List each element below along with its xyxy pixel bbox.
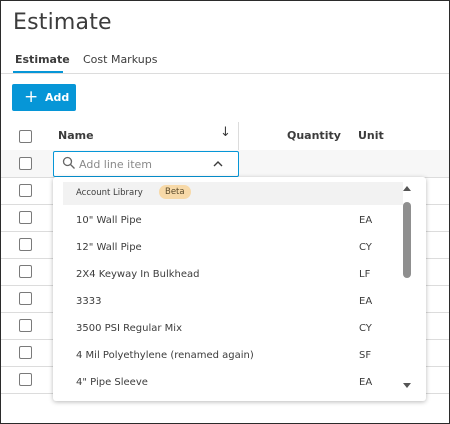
option-name: 10" Wall Pipe <box>76 215 142 226</box>
column-header-quantity[interactable]: Quantity <box>287 129 341 142</box>
option-name: 12" Wall Pipe <box>76 242 142 253</box>
option-unit: EA <box>359 215 373 226</box>
row-checkbox[interactable] <box>19 265 32 278</box>
line-item-search[interactable] <box>53 151 239 177</box>
scrollbar-thumb[interactable] <box>403 202 411 278</box>
option-unit: CY <box>359 323 372 334</box>
row-checkbox[interactable] <box>19 346 32 359</box>
plus-icon: + <box>24 87 39 107</box>
dropdown-option[interactable]: 4 Mil Polyethylene (renamed again) SF <box>53 342 398 369</box>
column-header-unit[interactable]: Unit <box>358 129 384 142</box>
dropdown-option[interactable]: 4" Pipe Sleeve EA <box>53 369 398 396</box>
arrow-down-icon[interactable]: ↓ <box>220 125 231 140</box>
account-library-group: Account Library Beta <box>63 182 403 205</box>
option-name: 4 Mil Polyethylene (renamed again) <box>76 350 254 361</box>
select-all-checkbox[interactable] <box>19 130 32 143</box>
beta-badge: Beta <box>159 185 191 199</box>
row-checkbox[interactable] <box>19 373 32 386</box>
option-unit: SF <box>359 350 372 361</box>
option-unit: EA <box>359 377 373 388</box>
add-button-label: Add <box>45 91 70 104</box>
tab-estimate[interactable]: Estimate <box>15 53 70 66</box>
chevron-up-icon[interactable] <box>212 158 224 170</box>
option-name: 2X4 Keyway In Bulkhead <box>76 269 200 280</box>
row-checkbox[interactable] <box>19 319 32 332</box>
dropdown-option[interactable]: 3500 PSI Regular Mix CY <box>53 315 398 342</box>
search-input[interactable] <box>79 155 204 173</box>
tab-cost-markups[interactable]: Cost Markups <box>83 53 157 66</box>
dropdown-option[interactable]: 12" Wall Pipe CY <box>53 234 398 261</box>
add-button[interactable]: + Add <box>12 84 76 111</box>
search-icon <box>62 156 75 169</box>
dropdown-option[interactable]: 10" Wall Pipe EA <box>53 207 398 234</box>
option-name: 3500 PSI Regular Mix <box>76 323 182 334</box>
option-name: 3333 <box>76 296 102 307</box>
row-checkbox[interactable] <box>19 238 32 251</box>
dropdown-option[interactable]: 3333 EA <box>53 288 398 315</box>
row-checkbox[interactable] <box>19 292 32 305</box>
scroll-up-arrow[interactable] <box>403 186 411 191</box>
line-item-dropdown: Account Library Beta 10" Wall Pipe EA 12" … <box>53 177 426 401</box>
option-unit: CY <box>359 242 372 253</box>
row-checkbox[interactable] <box>19 184 32 197</box>
column-header-name[interactable]: Name <box>58 129 94 142</box>
option-unit: EA <box>359 296 373 307</box>
column-divider <box>238 122 239 150</box>
scroll-down-arrow[interactable] <box>403 383 411 388</box>
tab-bar: Estimate Cost Markups <box>1 51 449 74</box>
app-window: Estimate Estimate Cost Markups + Add Nam… <box>0 0 450 424</box>
option-unit: LF <box>359 269 371 280</box>
group-label: Account Library <box>76 188 143 198</box>
option-name: 4" Pipe Sleeve <box>76 377 148 388</box>
grid-header: Name ↓ Quantity Unit <box>1 122 449 151</box>
active-tab-indicator <box>13 71 63 73</box>
page-title: Estimate <box>13 10 112 35</box>
row-checkbox[interactable] <box>19 211 32 224</box>
row-checkbox[interactable] <box>19 157 32 170</box>
dropdown-option[interactable]: 2X4 Keyway In Bulkhead LF <box>53 261 398 288</box>
